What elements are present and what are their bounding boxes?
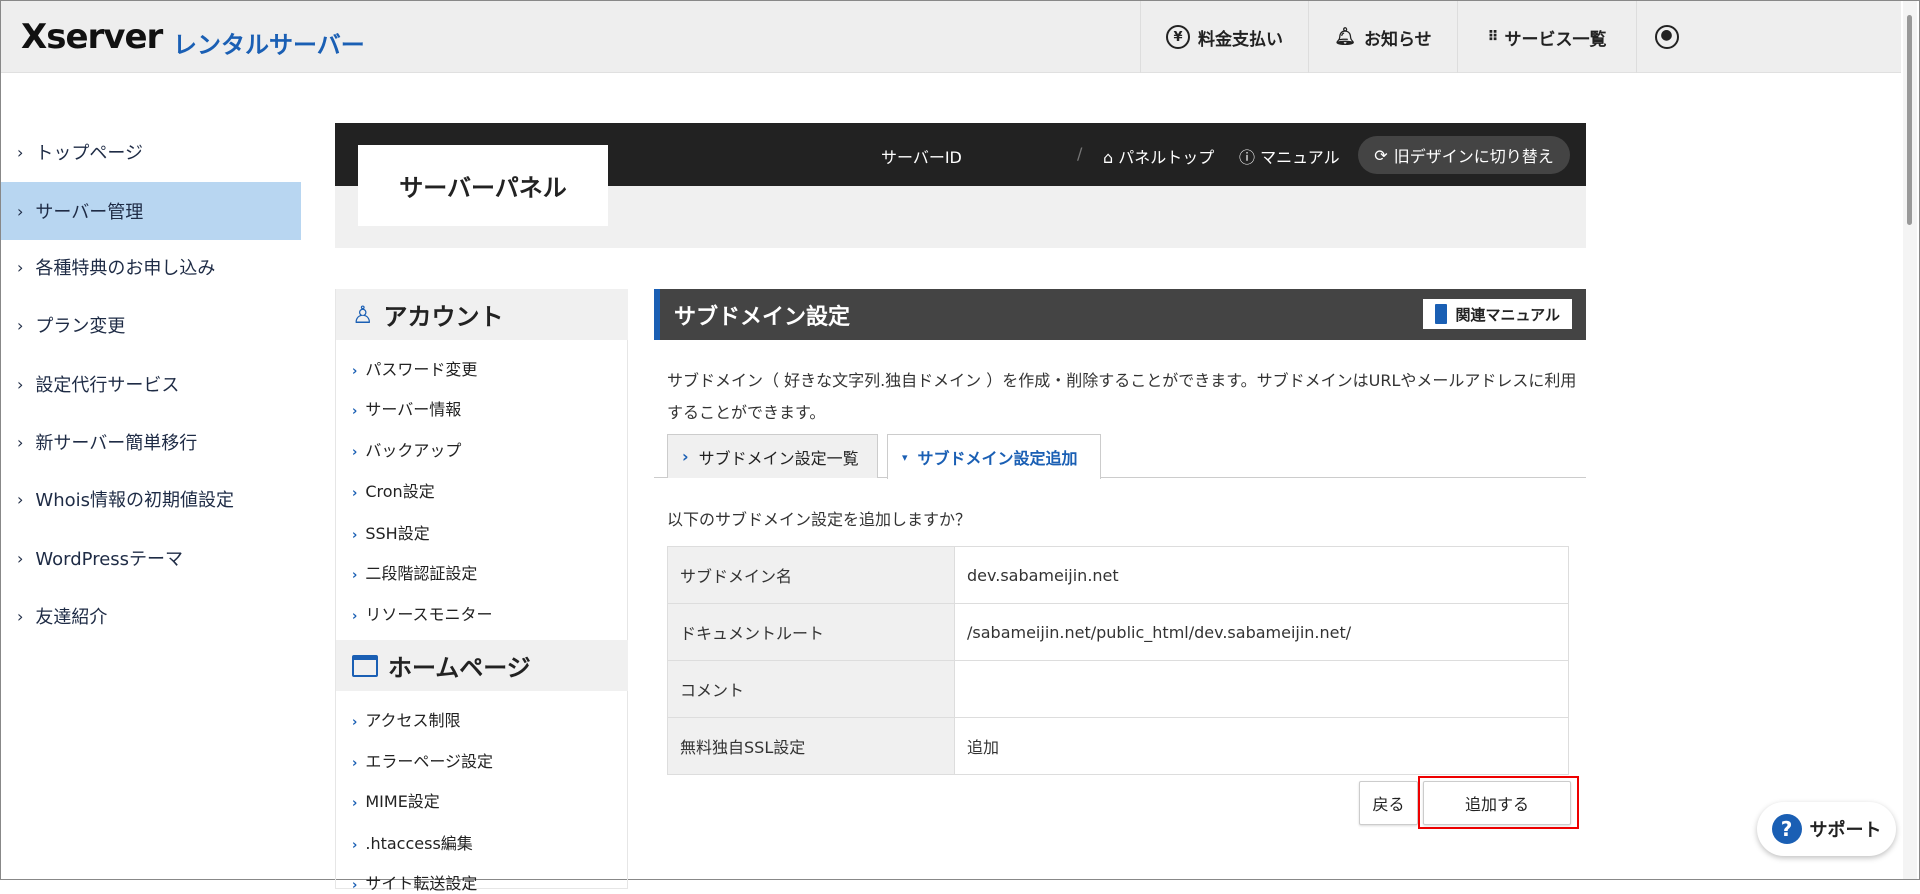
add-button[interactable]: 追加する xyxy=(1423,781,1571,825)
divider: / xyxy=(1077,144,1083,163)
person-icon: ♙ xyxy=(352,300,374,329)
section-title: サブドメイン設定 関連マニュアル xyxy=(654,289,1586,340)
left-menu: ♙ アカウント › パスワード変更 › サーバー情報 › バックアップ › Cron設定 … xyxy=(335,289,628,893)
menu-item[interactable]: › 二段階認証設定 xyxy=(352,560,477,584)
question-icon: ? xyxy=(1771,814,1802,844)
menu-item[interactable]: › .htaccess編集 xyxy=(352,830,473,854)
menu-heading-homepage: ホームページ xyxy=(336,640,628,691)
menu-item[interactable]: › エラーページ設定 xyxy=(352,748,493,772)
menu-item[interactable]: › MIME設定 xyxy=(352,788,440,812)
services-button[interactable]: ⠿ サービス一覧 xyxy=(1457,1,1636,73)
menu-item[interactable]: › SSH設定 xyxy=(352,520,430,544)
sidebar-item-wordpress[interactable]: › WordPressテーマ xyxy=(1,529,301,587)
sidebar-item-plan[interactable]: › プラン変更 xyxy=(1,296,301,354)
grid-icon: ⠿ xyxy=(1487,29,1499,45)
table-row: コメント xyxy=(667,660,1569,718)
menu-item[interactable]: › バックアップ xyxy=(352,437,461,461)
bell-icon: 🔔︎ xyxy=(1334,27,1356,47)
panel-title: サーバーパネル xyxy=(358,145,608,226)
home-icon: ⌂ xyxy=(1103,148,1119,167)
chevron-right-icon: › xyxy=(17,489,24,509)
chevron-right-icon: › xyxy=(17,548,24,568)
server-id: サーバーID xyxy=(881,148,962,167)
refresh-icon: ⟳ xyxy=(1374,145,1388,165)
chevron-right-icon: › xyxy=(682,447,689,466)
old-design-button[interactable]: ⟳ 旧デザインに切り替え xyxy=(1358,136,1570,174)
user-icon: ● xyxy=(1654,25,1679,49)
sidebar-item-setup-service[interactable]: › 設定代行サービス xyxy=(1,355,301,413)
payment-button[interactable]: ¥ 料金支払い xyxy=(1140,1,1308,73)
sidebar-item-whois[interactable]: › Whois情報の初期値設定 xyxy=(1,470,301,528)
help-icon: ⓘ xyxy=(1239,148,1261,167)
chevron-right-icon: › xyxy=(17,374,24,394)
sidebar-item-server[interactable]: › サーバー管理 xyxy=(1,182,301,240)
tab-subdomain-list[interactable]: › サブドメイン設定一覧 xyxy=(667,434,878,478)
sidebar-item-benefits[interactable]: › 各種特典のお申し込み xyxy=(1,238,301,296)
menu-item[interactable]: › アクセス制限 xyxy=(352,707,461,731)
support-button[interactable]: ? サポート xyxy=(1757,802,1896,856)
book-icon xyxy=(1435,304,1448,324)
menu-item[interactable]: › Cron設定 xyxy=(352,478,435,502)
chevron-right-icon: › xyxy=(17,257,24,277)
manual-link[interactable]: ⓘ マニュアル xyxy=(1239,144,1340,168)
table-row: 無料独自SSL設定 追加 xyxy=(667,717,1569,775)
back-button[interactable]: 戻る xyxy=(1359,781,1418,825)
chevron-right-icon: › xyxy=(17,606,24,626)
chevron-right-icon: › xyxy=(17,142,24,162)
top-header: Xserver レンタルサーバー ¥ 料金支払い 🔔︎ お知らせ ⠿ サービス一覧 ● xyxy=(1,1,1901,73)
notifications-button[interactable]: 🔔︎ お知らせ xyxy=(1308,1,1457,73)
chevron-down-icon: ▾ xyxy=(902,450,908,464)
menu-item[interactable]: › サイト転送設定 xyxy=(352,870,477,894)
chevron-right-icon: › xyxy=(17,315,24,335)
sidebar-item-migration[interactable]: › 新サーバー簡単移行 xyxy=(1,413,301,471)
related-manual-button[interactable]: 関連マニュアル xyxy=(1423,299,1572,329)
confirm-table: サブドメイン名 dev.sabameijin.net ドキュメントルート/saba… xyxy=(667,546,1569,775)
panel-top-link[interactable]: ⌂ パネルトップ xyxy=(1103,144,1214,168)
chevron-right-icon: › xyxy=(17,432,24,452)
menu-heading-account: ♙ アカウント xyxy=(336,289,628,340)
table-row: ドキュメントルート/sabameijin.net/public_html/dev… xyxy=(667,603,1569,661)
confirm-question: 以下のサブドメイン設定を追加しますか？ xyxy=(667,510,972,529)
window-icon xyxy=(352,654,378,677)
menu-item[interactable]: › パスワード変更 xyxy=(352,356,477,380)
menu-item[interactable]: › サーバー情報 xyxy=(352,396,461,420)
chevron-right-icon: › xyxy=(17,201,24,221)
menu-item[interactable]: › リソースモニター xyxy=(352,601,493,625)
description: サブドメイン（ 好きな文字列.独自ドメイン ）を作成・削除することができます。サ… xyxy=(667,371,1577,422)
yen-icon: ¥ xyxy=(1166,25,1190,49)
sidebar-item-referral[interactable]: › 友達紹介 xyxy=(1,587,301,645)
table-row: サブドメイン名 dev.sabameijin.net xyxy=(667,546,1569,604)
logo[interactable]: Xserver xyxy=(21,17,163,57)
account-button[interactable]: ● xyxy=(1636,1,1696,73)
sidebar-item-top[interactable]: › トップページ xyxy=(1,123,301,181)
scrollbar[interactable] xyxy=(1903,1,1917,879)
logo-subtitle[interactable]: レンタルサーバー xyxy=(173,25,365,60)
tab-subdomain-add[interactable]: ▾ サブドメイン設定追加 xyxy=(887,434,1101,479)
